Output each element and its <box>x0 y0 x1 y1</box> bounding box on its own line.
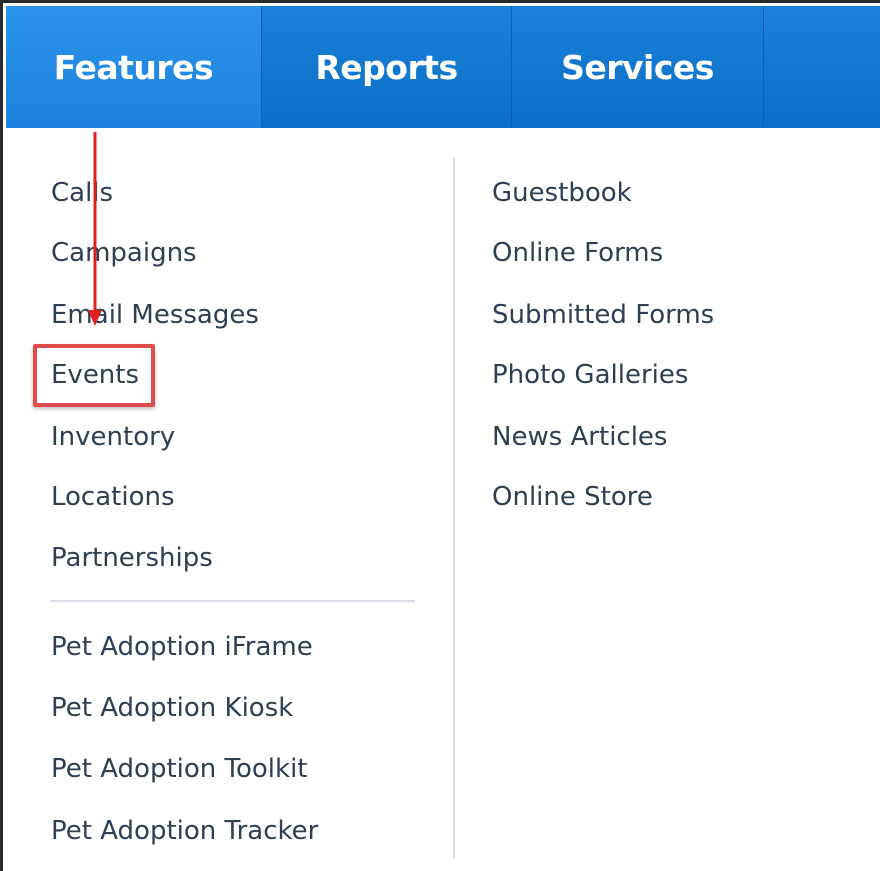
menu-item-pet-adoption-kiosk[interactable]: Pet Adoption Kiosk <box>51 695 293 721</box>
menu-item-locations[interactable]: Locations <box>51 484 175 510</box>
tab-features[interactable]: Features <box>6 6 262 128</box>
menu-item-photo-galleries[interactable]: Photo Galleries <box>492 362 688 388</box>
window-frame: Features Reports Services Calls Campaign… <box>0 0 880 871</box>
menu-item-submitted-forms[interactable]: Submitted Forms <box>492 302 714 328</box>
menu-item-online-store[interactable]: Online Store <box>492 484 653 510</box>
top-navbar: Features Reports Services <box>6 6 880 128</box>
menu-item-partnerships[interactable]: Partnerships <box>51 545 213 571</box>
tab-reports[interactable]: Reports <box>262 6 512 128</box>
events-highlight-box <box>33 344 155 407</box>
menu-item-news-articles[interactable]: News Articles <box>492 424 667 450</box>
column-divider <box>453 158 455 858</box>
menu-item-pet-adoption-tracker[interactable]: Pet Adoption Tracker <box>51 818 318 844</box>
tab-services[interactable]: Services <box>512 6 764 128</box>
menu-item-pet-adoption-iframe[interactable]: Pet Adoption iFrame <box>51 634 313 660</box>
menu-item-online-forms[interactable]: Online Forms <box>492 240 663 266</box>
annotation-arrow-icon <box>88 132 102 326</box>
menu-section-divider <box>50 600 415 602</box>
menu-item-pet-adoption-toolkit[interactable]: Pet Adoption Toolkit <box>51 756 308 782</box>
menu-item-guestbook[interactable]: Guestbook <box>492 180 632 206</box>
menu-item-inventory[interactable]: Inventory <box>51 424 175 450</box>
navbar-empty-space <box>764 6 880 128</box>
